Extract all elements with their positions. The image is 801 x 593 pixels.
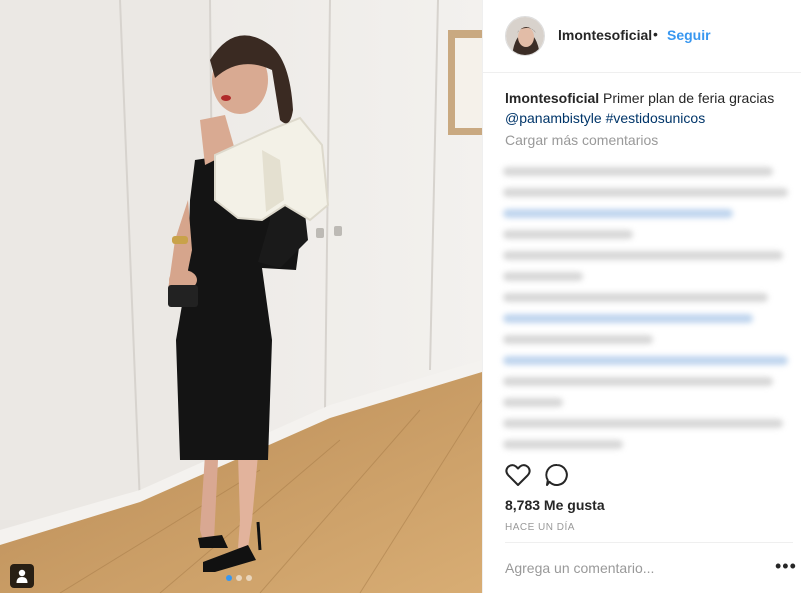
divider bbox=[505, 542, 793, 543]
add-comment-input[interactable] bbox=[505, 560, 755, 576]
post-image bbox=[0, 0, 482, 593]
caption-hashtag[interactable]: #vestidosunicos bbox=[606, 110, 706, 126]
post-photo[interactable] bbox=[0, 0, 482, 593]
carousel-indicator bbox=[226, 575, 252, 581]
post-timestamp[interactable]: HACE UN DÍA bbox=[505, 522, 575, 533]
heart-icon[interactable] bbox=[505, 463, 531, 492]
blurred-comment-line bbox=[503, 440, 623, 449]
blurred-comment-line bbox=[503, 167, 773, 176]
likes-count[interactable]: 8,783 Me gusta bbox=[505, 497, 605, 513]
blurred-comment-line bbox=[503, 335, 653, 344]
carousel-dot[interactable] bbox=[246, 575, 252, 581]
blurred-comment-line bbox=[503, 293, 768, 302]
blurred-comment-line bbox=[503, 398, 563, 407]
follow-button[interactable]: Seguir bbox=[667, 27, 711, 43]
blurred-comment-line bbox=[503, 314, 753, 323]
more-options-icon[interactable]: ••• bbox=[775, 556, 797, 577]
avatar[interactable] bbox=[505, 16, 545, 56]
blurred-comments bbox=[503, 155, 793, 455]
post-side-panel: lmontesoficial • Seguir lmontesoficial P… bbox=[482, 0, 801, 593]
caption-username[interactable]: lmontesoficial bbox=[505, 90, 599, 106]
post-caption: lmontesoficial Primer plan de feria grac… bbox=[505, 88, 795, 128]
separator-dot: • bbox=[653, 26, 658, 42]
carousel-dot[interactable] bbox=[226, 575, 232, 581]
blurred-comment-line bbox=[503, 209, 733, 218]
username-link[interactable]: lmontesoficial bbox=[558, 27, 652, 43]
comment-bubble-icon[interactable] bbox=[545, 463, 569, 492]
blurred-comment-line bbox=[503, 272, 583, 281]
user-tag-icon[interactable] bbox=[10, 564, 34, 588]
blurred-comment-line bbox=[503, 230, 633, 239]
blurred-comment-line bbox=[503, 251, 783, 260]
blurred-comment-line bbox=[503, 377, 773, 386]
load-more-comments-button[interactable]: Cargar más comentarios bbox=[505, 132, 658, 148]
blurred-comment-line bbox=[503, 419, 783, 428]
caption-mention[interactable]: @panambistyle bbox=[505, 110, 602, 126]
blurred-comment-line bbox=[503, 188, 788, 197]
blurred-comment-line bbox=[503, 356, 788, 365]
carousel-dot[interactable] bbox=[236, 575, 242, 581]
caption-text: Primer plan de feria gracias bbox=[603, 90, 775, 106]
post-actions bbox=[505, 463, 569, 492]
post-header: lmontesoficial • Seguir bbox=[483, 0, 801, 73]
